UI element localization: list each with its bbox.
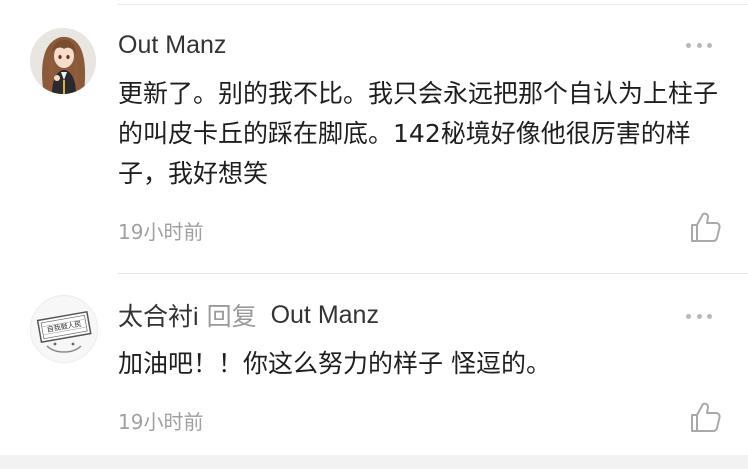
avatar-anime-girl-icon — [30, 28, 96, 94]
comment-divider — [118, 273, 748, 274]
comment-time: 19小时前 — [118, 410, 204, 434]
more-icon[interactable] — [686, 312, 712, 320]
comment-time: 19小时前 — [118, 220, 204, 244]
more-dot — [696, 42, 702, 48]
more-dot — [686, 313, 691, 319]
username[interactable]: 太合衬i — [118, 297, 199, 333]
reply-target-username[interactable]: Out Manz — [271, 301, 379, 330]
avatar[interactable] — [30, 28, 96, 94]
more-dot — [707, 42, 712, 48]
comment-text: 加油吧！！你这么努力的样子 怪逗的。 — [118, 349, 551, 378]
username-row: 太合衬i 回复 Out Manz — [118, 297, 688, 333]
username-row: Out Manz — [118, 30, 688, 60]
more-icon[interactable] — [686, 41, 712, 49]
comment-text: 更新了。别的我不比。我只会永远把那个自认为上柱子的叫皮卡丘的踩在脚底。142秘境… — [118, 79, 719, 188]
comment-item: Out Manz 更新了。别的我不比。我只会永远把那个自认为上柱子的叫皮卡丘的踩… — [0, 0, 748, 272]
username[interactable]: Out Manz — [118, 31, 226, 60]
avatar-stamp-icon: 自我鼓人民 — [31, 296, 97, 362]
bottom-separator-band — [0, 455, 748, 469]
thumbs-up-icon[interactable] — [688, 400, 722, 434]
more-dot — [707, 313, 712, 319]
comment-item: 自我鼓人民 太合衬i 回复 Out Manz 加油吧！！你这么努力的样子 怪逗的… — [0, 275, 748, 455]
reply-label: 回复 — [206, 302, 257, 331]
avatar[interactable]: 自我鼓人民 — [30, 295, 98, 363]
thumbs-up-icon[interactable] — [688, 210, 722, 244]
more-dot — [696, 313, 702, 319]
comment-page: Out Manz 更新了。别的我不比。我只会永远把那个自认为上柱子的叫皮卡丘的踩… — [0, 0, 748, 469]
more-dot — [686, 42, 691, 48]
